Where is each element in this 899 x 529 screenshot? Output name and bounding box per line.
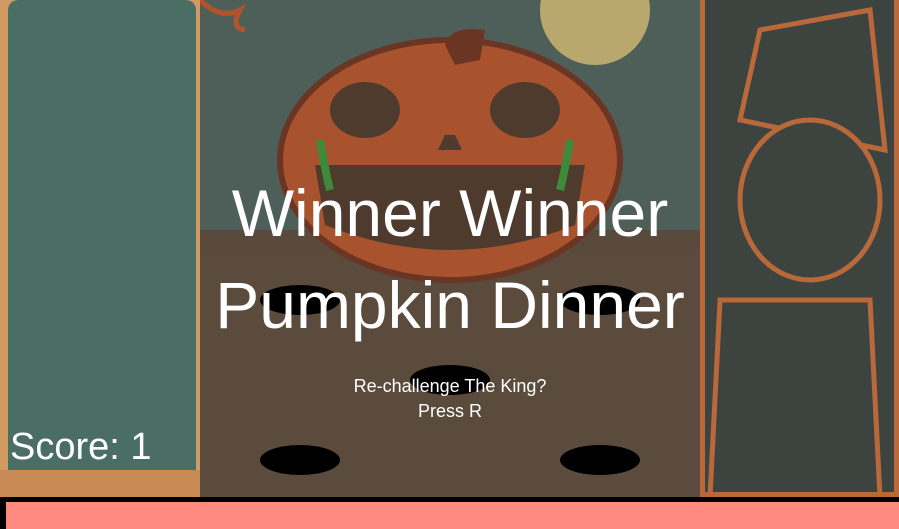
left-panel-foot (0, 470, 200, 497)
left-side-panel (0, 0, 200, 497)
game-canvas[interactable]: Winner Winner Pumpkin Dinner Re-challeng… (0, 0, 899, 529)
ground-bar-fill (6, 502, 899, 529)
ground-bar (0, 497, 899, 529)
right-side-panel (700, 0, 899, 497)
pumpkin-eye-right (490, 82, 560, 138)
rechallenge-prompt: Re-challenge The King? (353, 376, 547, 396)
mole-hole[interactable] (560, 445, 640, 475)
win-title-line2: Pumpkin Dinner (215, 268, 685, 342)
mole-hole[interactable] (260, 445, 340, 475)
win-title-line1: Winner Winner (231, 176, 669, 250)
score-label: Score: 1 (10, 426, 152, 468)
restart-key-hint: Press R (417, 401, 482, 421)
right-panel-border (700, 0, 899, 497)
pumpkin-eye-left (330, 82, 400, 138)
left-panel-inner (8, 0, 196, 497)
